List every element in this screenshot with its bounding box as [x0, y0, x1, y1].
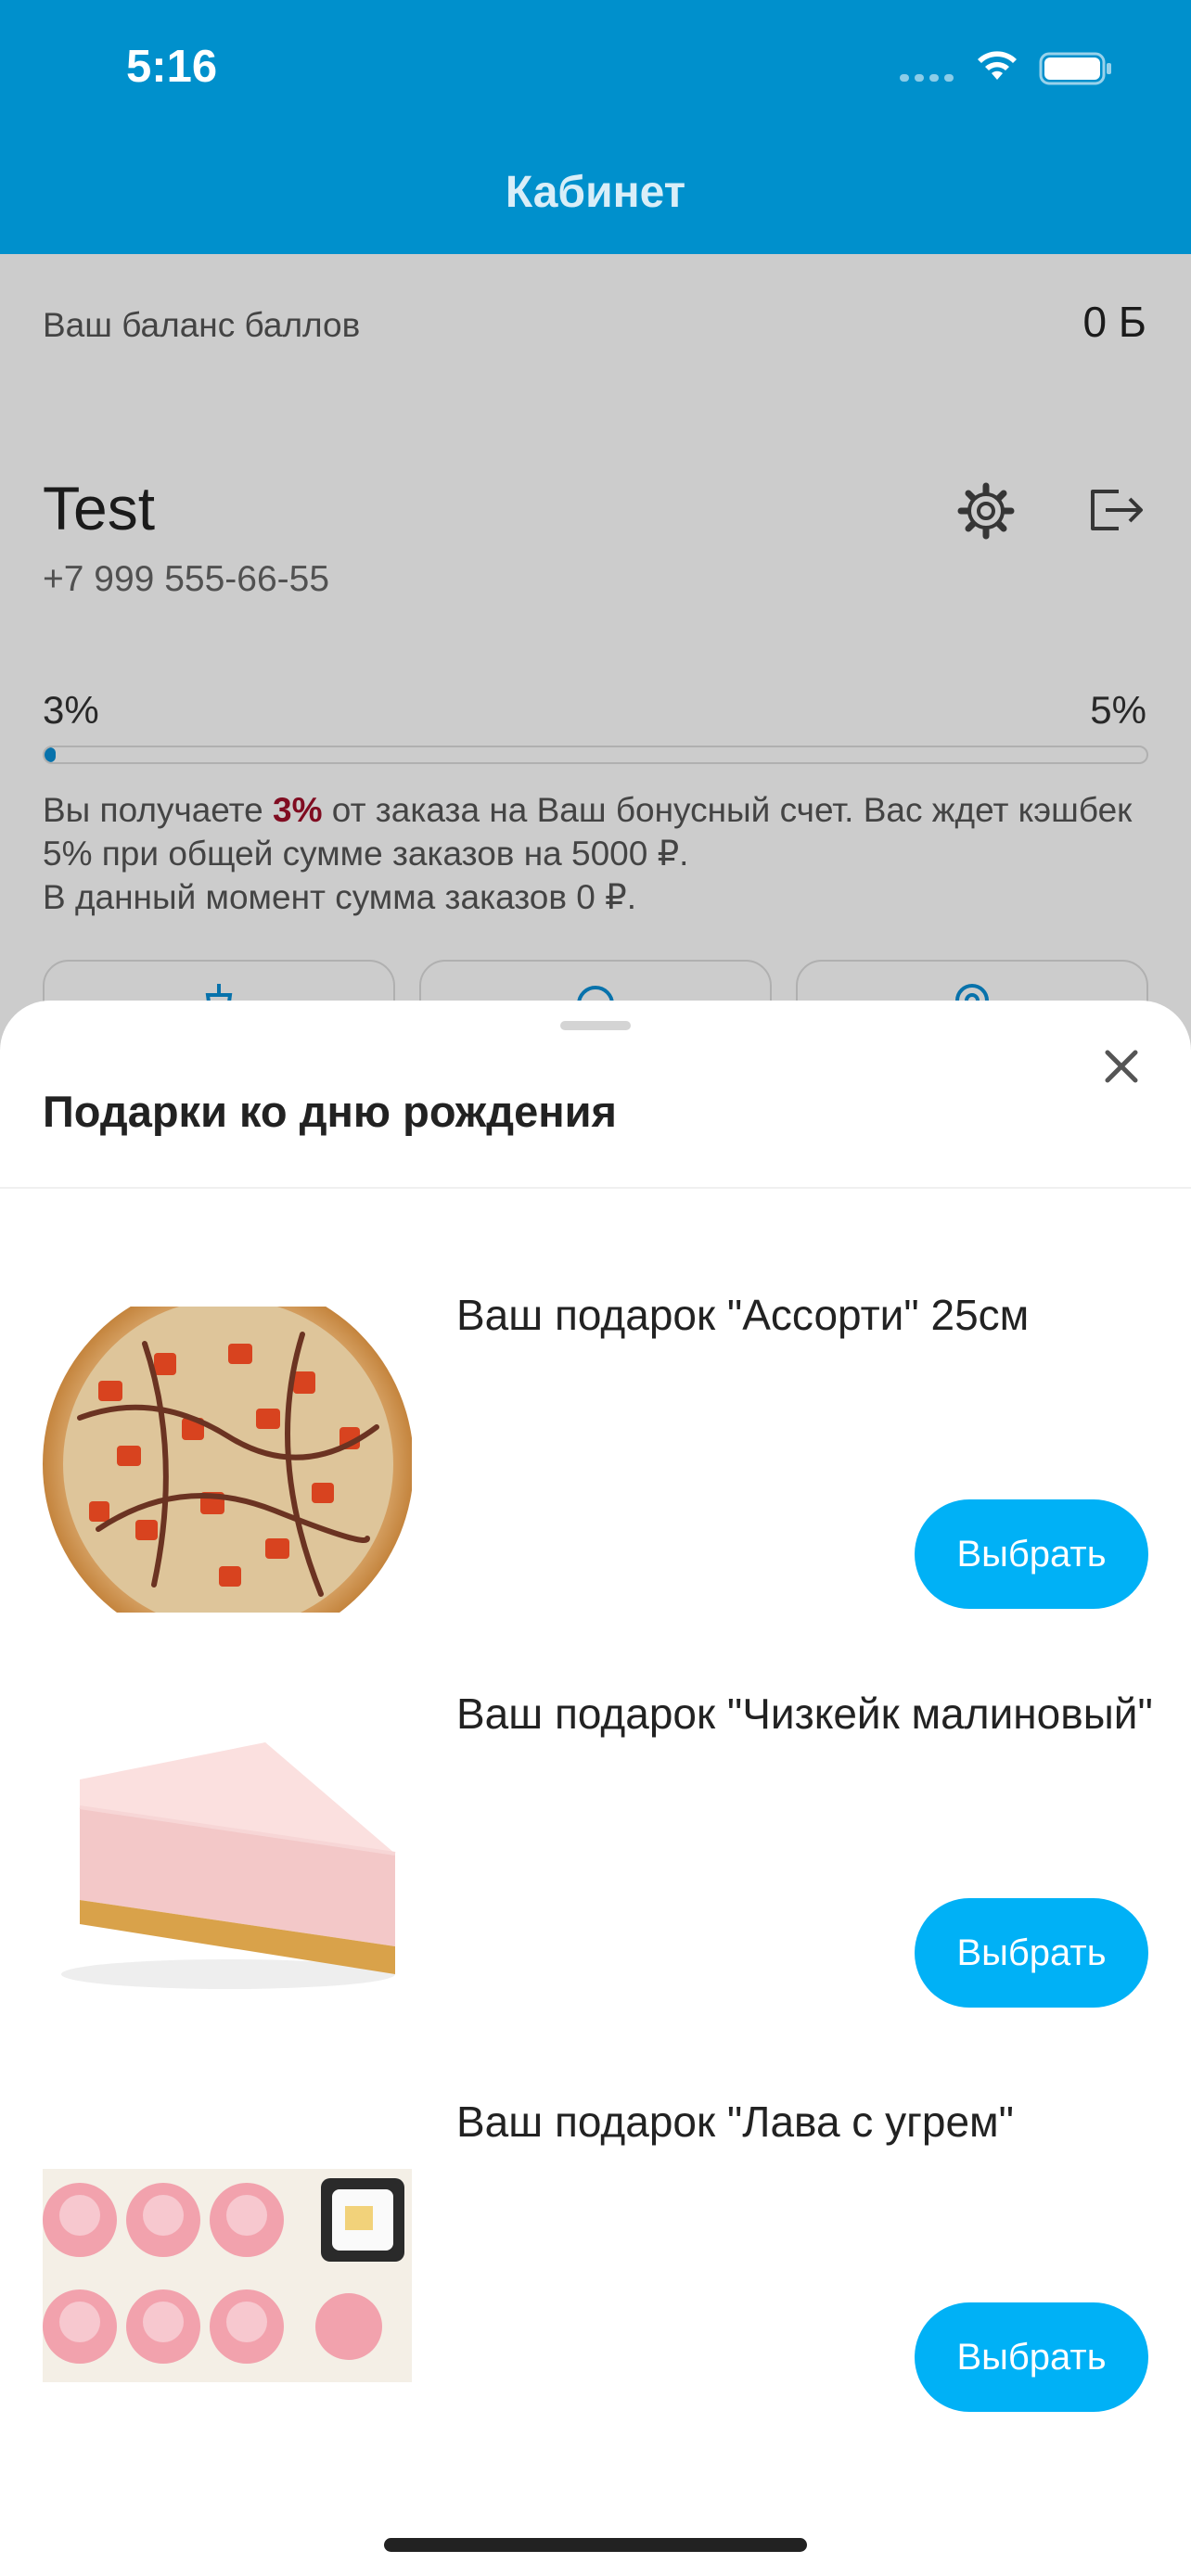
signal-icon — [900, 74, 955, 83]
page-title: Кабинет — [505, 168, 686, 217]
select-gift-button[interactable]: Выбрать — [915, 1499, 1148, 1609]
select-gift-button[interactable]: Выбрать — [915, 2302, 1148, 2412]
pizza-image — [43, 1288, 412, 1613]
sheet-title: Подарки ко дню рождения — [43, 1087, 617, 1136]
wifi-icon — [978, 51, 1017, 80]
gift-item: Ваш подарок "Чизкейк малиновый" Выбрать — [0, 1687, 1191, 2039]
top-bar: 5:16 Кабинет — [0, 0, 1191, 254]
gift-name: Ваш подарок "Лава с угрем" — [456, 2098, 1014, 2146]
sheet-grabber[interactable] — [560, 1021, 631, 1030]
close-icon[interactable] — [1100, 1045, 1143, 1088]
gift-item: Ваш подарок "Ассорти" 25см Выбрать — [0, 1288, 1191, 1640]
gift-name: Ваш подарок "Чизкейк малиновый" — [456, 1690, 1153, 1738]
status-time: 5:16 — [126, 42, 218, 92]
select-gift-button[interactable]: Выбрать — [915, 1898, 1148, 2008]
gift-item: Ваш подарок "Лава с угрем" Выбрать — [0, 2095, 1191, 2447]
cheesecake-image — [61, 1742, 396, 1989]
gift-name: Ваш подарок "Ассорти" 25см — [456, 1291, 1030, 1339]
divider — [0, 1187, 1191, 1189]
battery-icon — [1039, 52, 1111, 85]
birthday-gifts-sheet: Подарки ко дню рождения Ваш подарок "Асс… — [0, 1001, 1191, 2576]
sushi-image — [43, 2169, 412, 2382]
home-indicator — [384, 2538, 807, 2552]
